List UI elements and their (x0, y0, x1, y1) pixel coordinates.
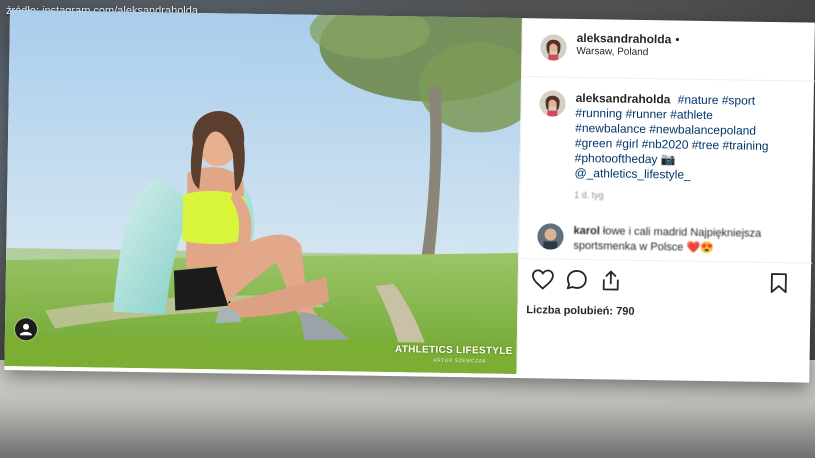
comment-username[interactable]: karol (574, 225, 600, 237)
hashtag[interactable]: #tree (692, 138, 720, 152)
hashtag[interactable]: #newbalancepoland (649, 122, 756, 138)
save-button[interactable] (769, 272, 789, 299)
hashtag[interactable]: #running (575, 106, 622, 121)
post-side-panel: aleksandraholda • Warsaw, Poland aleksand… (516, 18, 815, 379)
comment: karol łowe i cali madrid Najpiękniejsza s… (573, 224, 788, 257)
caption-avatar[interactable] (539, 90, 566, 117)
hashtag[interactable]: #nature (678, 93, 719, 108)
hashtag[interactable]: #runner (625, 107, 667, 122)
caption-username[interactable]: aleksandraholda (576, 91, 671, 106)
caption-timestamp: 1 d. tyg (574, 189, 604, 201)
hashtag[interactable]: #nb2020 (642, 137, 689, 152)
action-bar (525, 268, 795, 300)
hashtag[interactable]: #newbalance (575, 121, 646, 136)
post-location[interactable]: Warsaw, Poland (576, 46, 648, 58)
heart-icon (531, 269, 554, 290)
hashtag[interactable]: #girl (616, 137, 639, 151)
like-button[interactable] (531, 268, 555, 295)
post-caption: aleksandraholda #nature #sport #running … (574, 91, 785, 184)
avatar-image (540, 34, 567, 61)
hashtag[interactable]: #training (722, 138, 768, 153)
hashtag[interactable]: #photooftheday (575, 151, 658, 166)
comment-icon (566, 270, 587, 290)
comment-text: łowe i cali madrid Najpiękniejsza sports… (573, 225, 762, 254)
post-header: aleksandraholda • Warsaw, Poland (522, 18, 815, 82)
share-button[interactable] (599, 269, 623, 296)
follow-dot: • (675, 32, 680, 47)
camera-emoji: 📷 (660, 152, 676, 167)
mention-link[interactable]: @_athletics_lifestyle_ (574, 166, 690, 182)
photo-illustration (4, 10, 522, 374)
actions-divider (519, 258, 813, 264)
hashtag[interactable]: #sport (722, 93, 756, 108)
bookmark-icon (770, 273, 787, 294)
commenter-avatar[interactable] (537, 223, 564, 250)
photo-watermark: ATHLETICS LIFESTYLE (394, 344, 513, 357)
avatar-image (539, 90, 566, 117)
user-icon (19, 323, 32, 336)
share-icon (602, 270, 619, 291)
comment-emojis: ❤️😍 (686, 241, 714, 255)
instagram-post-card: ATHLETICS LIFESTYLE ARTUR SZEWCZAK aleks… (4, 10, 815, 383)
author-username[interactable]: aleksandraholda (577, 31, 672, 46)
avatar-image (537, 223, 564, 250)
author-avatar[interactable] (540, 34, 567, 61)
post-photo[interactable]: ATHLETICS LIFESTYLE ARTUR SZEWCZAK (4, 10, 522, 374)
hashtag[interactable]: #athlete (670, 107, 713, 122)
likes-count[interactable]: Liczba polubień: 790 (526, 304, 634, 318)
comment-button[interactable] (565, 269, 589, 296)
photo-watermark-sub: ARTUR SZEWCZAK (433, 357, 487, 365)
hashtag[interactable]: #green (575, 136, 613, 151)
